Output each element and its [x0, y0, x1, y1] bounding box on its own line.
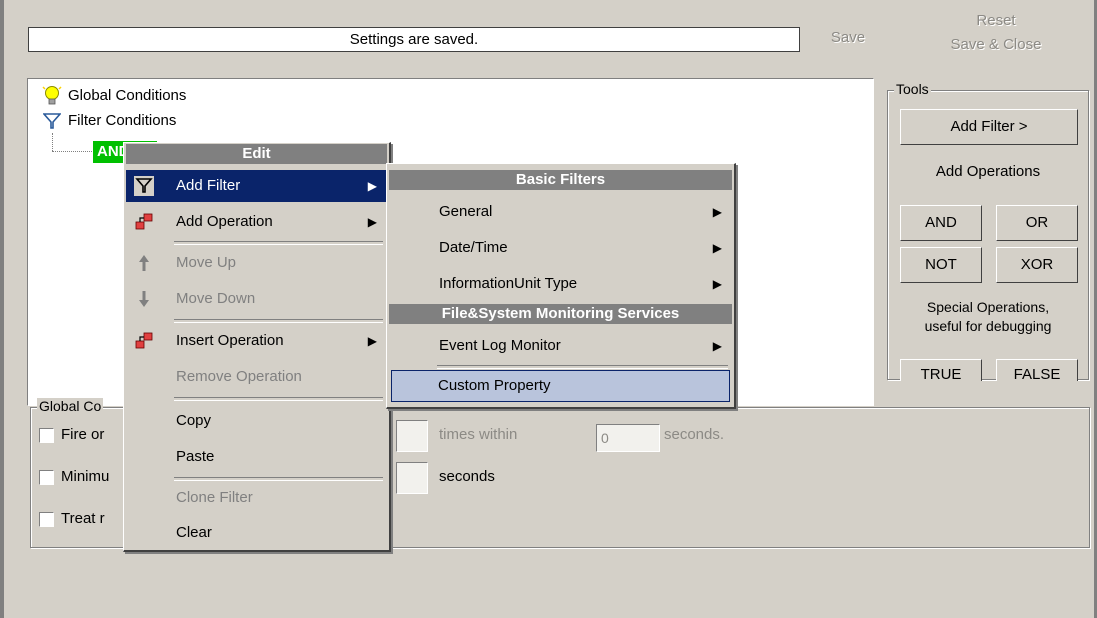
submenu-arrow-icon: ▶: [367, 334, 377, 348]
menu-item-label: Paste: [176, 448, 215, 465]
tree-item-filter-conditions[interactable]: Filter Conditions: [68, 112, 176, 129]
seconds-label: seconds.: [664, 426, 725, 443]
menu-separator: [437, 365, 728, 369]
fire-checkbox[interactable]: [39, 428, 54, 443]
or-button[interactable]: OR: [996, 205, 1078, 241]
operation-icon: [134, 212, 154, 232]
submenu-arrow-icon: ▶: [367, 215, 377, 229]
window-frame-left: [0, 0, 4, 618]
false-button[interactable]: FALSE: [996, 359, 1078, 381]
add-filter-submenu: Basic Filters General ▶ Date/Time ▶ Info…: [386, 163, 736, 409]
save-close-button[interactable]: Save & Close: [898, 32, 1094, 56]
tools-group-label: Tools: [894, 81, 931, 97]
fire-label: Fire or: [61, 426, 105, 443]
not-button[interactable]: NOT: [900, 247, 982, 283]
submenu-item-label: Date/Time: [439, 239, 508, 256]
tree-connector: [52, 151, 92, 153]
true-button[interactable]: TRUE: [900, 359, 982, 381]
menu-item-clear[interactable]: Clear: [126, 517, 387, 549]
funnel-icon: [134, 176, 154, 196]
funnel-icon: [43, 112, 61, 130]
menu-item-label: Clone Filter: [176, 489, 253, 506]
submenu-arrow-icon: ▶: [712, 339, 722, 353]
add-operations-label: Add Operations: [935, 163, 1041, 180]
operation-icon: [134, 331, 154, 351]
lightbulb-icon: [42, 85, 62, 107]
menu-item-label: Add Filter: [176, 177, 241, 194]
and-button[interactable]: AND: [900, 205, 982, 241]
status-message: Settings are saved.: [28, 27, 800, 52]
xor-button[interactable]: XOR: [996, 247, 1078, 283]
menu-item-label: Move Up: [176, 254, 237, 271]
menu-separator: [174, 319, 383, 323]
submenu-item-label: Custom Property: [438, 377, 551, 394]
menu-item-label: Move Down: [176, 290, 256, 307]
menu-item-label: Remove Operation: [176, 368, 302, 385]
menu-item-paste[interactable]: Paste: [126, 441, 387, 473]
menu-item-add-operation[interactable]: Add Operation ▶: [126, 206, 387, 238]
tree-item-global-conditions[interactable]: Global Conditions: [68, 87, 186, 104]
menu-item-label: Add Operation: [176, 213, 273, 230]
submenu-item-custom-property[interactable]: Custom Property: [391, 370, 730, 402]
treat-checkbox[interactable]: [39, 512, 54, 527]
add-filter-button[interactable]: Add Filter >: [900, 109, 1078, 145]
submenu-item-datetime[interactable]: Date/Time ▶: [389, 232, 732, 264]
menu-item-copy[interactable]: Copy: [126, 405, 387, 437]
menu-item-label: Insert Operation: [176, 332, 284, 349]
menu-item-remove-operation[interactable]: Remove Operation: [126, 361, 387, 393]
submenu-arrow-icon: ▶: [712, 241, 722, 255]
minimum-seconds-label: seconds: [439, 468, 495, 485]
arrow-up-icon: [134, 253, 154, 273]
menu-item-move-up[interactable]: Move Up: [126, 247, 387, 279]
submenu-arrow-icon: ▶: [367, 179, 377, 193]
submenu-item-general[interactable]: General ▶: [389, 196, 732, 228]
reset-button[interactable]: Reset: [898, 9, 1094, 31]
menu-separator: [174, 477, 383, 481]
tools-group: Tools Add Filter > Add Operations AND OR…: [887, 81, 1089, 381]
times-within-input[interactable]: 0: [596, 424, 660, 452]
submenu-header-file-system: File&System Monitoring Services: [389, 304, 732, 324]
menu-item-label: Copy: [176, 412, 212, 429]
fire-count-input[interactable]: [396, 420, 428, 452]
minimum-label: Minimu: [61, 468, 110, 485]
tree-connector: [52, 133, 54, 151]
times-within-label: times within: [439, 426, 518, 443]
submenu-item-label: Event Log Monitor: [439, 337, 561, 354]
menu-separator: [174, 241, 383, 245]
submenu-item-label: General: [439, 203, 493, 220]
arrow-down-icon: [134, 289, 154, 309]
global-conditions-label: Global Co: [37, 398, 104, 414]
submenu-header-basic-filters: Basic Filters: [389, 170, 732, 190]
menu-item-label: Clear: [176, 524, 212, 541]
context-menu: Edit Add Filter ▶ Add Operation ▶ Move U…: [123, 142, 391, 552]
menu-item-clone-filter[interactable]: Clone Filter: [126, 482, 387, 514]
menu-item-insert-operation[interactable]: Insert Operation ▶: [126, 325, 387, 357]
save-button[interactable]: Save: [800, 12, 896, 62]
submenu-arrow-icon: ▶: [712, 205, 722, 219]
treat-label: Treat r: [61, 510, 105, 527]
special-operations-sublabel: useful for debugging: [924, 318, 1052, 334]
menu-separator: [174, 397, 383, 401]
special-operations-label: Special Operations,: [926, 299, 1050, 315]
submenu-item-informationunit-type[interactable]: InformationUnit Type ▶: [389, 268, 732, 300]
submenu-item-event-log-monitor[interactable]: Event Log Monitor ▶: [389, 330, 732, 362]
submenu-arrow-icon: ▶: [712, 277, 722, 291]
menu-item-move-down[interactable]: Move Down: [126, 283, 387, 315]
minimum-checkbox[interactable]: [39, 470, 54, 485]
minimum-input[interactable]: [396, 462, 428, 494]
menu-item-add-filter[interactable]: Add Filter ▶: [126, 170, 387, 202]
submenu-item-label: InformationUnit Type: [439, 275, 578, 292]
context-menu-header: Edit: [126, 144, 387, 164]
